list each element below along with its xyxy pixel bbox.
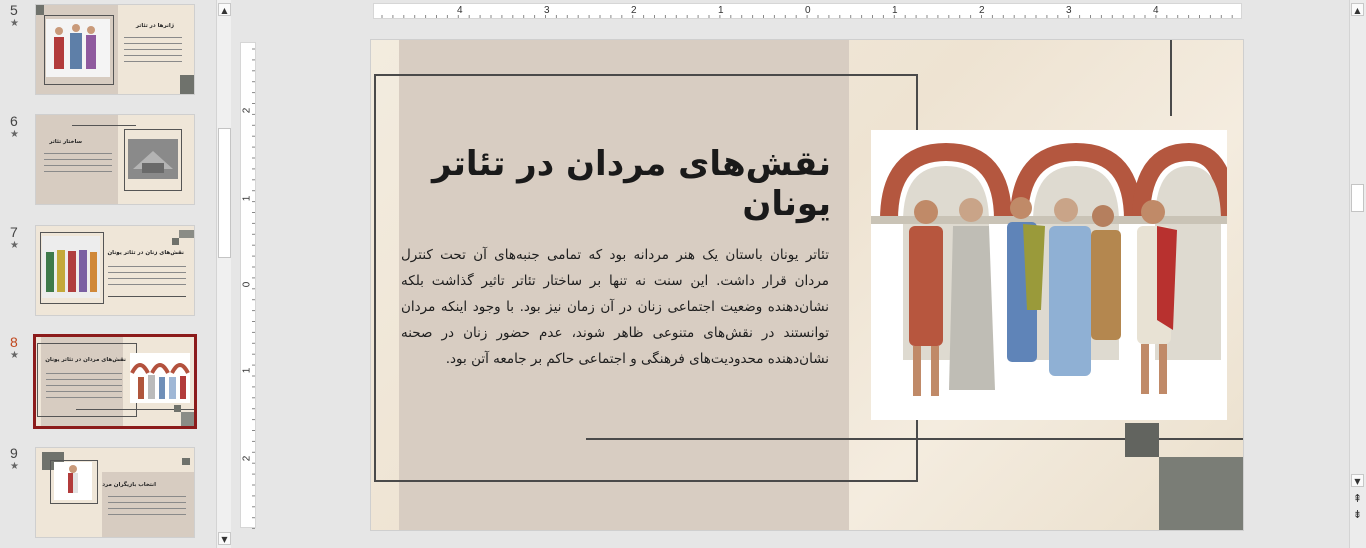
thumbnail-number: 6	[10, 113, 18, 129]
previous-slide-icon[interactable]: ⇞	[1351, 492, 1364, 505]
thumbnail-title: انتخاب بازیگران مرد	[102, 482, 156, 488]
animation-star-icon: ★	[10, 350, 19, 361]
ruler-label: 1	[241, 367, 253, 374]
ruler-label: 4	[457, 5, 463, 16]
slide-scroll-thumb[interactable]	[1351, 184, 1364, 212]
animation-star-icon: ★	[10, 461, 19, 472]
slide-thumbnail-6[interactable]: ساختار تئاتر	[36, 115, 194, 204]
slide-canvas[interactable]: نقش‌های مردان در تئاتر یونان تئاتر یونان…	[371, 40, 1243, 530]
horizontal-ruler[interactable]: 4 3 2 1 0 1 2 3 4	[373, 3, 1242, 19]
slide-title[interactable]: نقش‌های مردان در تئاتر یونان	[411, 144, 831, 224]
slide-scrollbar[interactable]: ▲ ▼ ⇞ ⇟	[1349, 0, 1366, 548]
ruler-label: 2	[979, 5, 985, 16]
decorative-square	[1159, 457, 1243, 530]
thumbnail-number: 9	[10, 445, 18, 461]
vertical-ruler[interactable]: 2 1 0 1 2	[240, 42, 256, 529]
ruler-label: 2	[631, 5, 637, 16]
slide-thumbnail-7[interactable]: نقش‌های زنان در تئاتر یونان	[36, 226, 194, 315]
ruler-label: 2	[241, 107, 253, 114]
slide-thumbnail-5[interactable]: ژانرها در تئاتر	[36, 5, 194, 94]
thumbnail-title: نقش‌های مردان در تئاتر یونان	[45, 357, 126, 363]
slide-body-text[interactable]: تئاتر یونان باستان یک هنر مردانه بود که …	[401, 242, 829, 372]
ruler-label: 1	[892, 5, 898, 16]
ruler-label: 2	[241, 455, 253, 462]
ruler-label: 1	[241, 195, 253, 202]
scroll-down-icon[interactable]: ▼	[1351, 474, 1364, 487]
ruler-label: 3	[1066, 5, 1072, 16]
slide-thumbnail-9[interactable]: انتخاب بازیگران مرد	[36, 448, 194, 537]
ruler-label: 0	[805, 5, 811, 16]
thumbnail-number: 7	[10, 224, 18, 240]
slide-thumbnail-pane: 5 ★ ژانرها در تئاتر 6 ★ ساختار تئاتر 7 ★	[0, 0, 216, 548]
ruler-label: 1	[718, 5, 724, 16]
scroll-up-icon[interactable]: ▲	[218, 3, 231, 16]
ruler-label: 4	[1153, 5, 1159, 16]
animation-star-icon: ★	[10, 240, 19, 251]
thumbnail-scrollbar[interactable]: ▲ ▼	[216, 0, 231, 548]
decorative-square	[1125, 423, 1159, 457]
scroll-up-icon[interactable]: ▲	[1351, 3, 1364, 16]
thumbnail-title: ساختار تئاتر	[49, 139, 82, 145]
thumbnail-title: ژانرها در تئاتر	[135, 23, 174, 29]
thumbnail-scroll-thumb[interactable]	[218, 128, 231, 258]
thumbnail-number: 8	[10, 334, 18, 350]
next-slide-icon[interactable]: ⇟	[1351, 508, 1364, 521]
ruler-label: 0	[241, 281, 253, 288]
animation-star-icon: ★	[10, 18, 19, 29]
scroll-down-icon[interactable]: ▼	[218, 532, 231, 545]
thumbnail-number: 5	[10, 2, 18, 18]
slide-thumbnail-8[interactable]: نقش‌های مردان در تئاتر یونان	[36, 337, 194, 426]
animation-star-icon: ★	[10, 129, 19, 140]
decorative-line	[1170, 40, 1172, 116]
ruler-label: 3	[544, 5, 550, 16]
thumbnail-title: نقش‌های زنان در تئاتر یونان	[107, 250, 184, 256]
greek-men-illustration[interactable]	[871, 130, 1236, 420]
